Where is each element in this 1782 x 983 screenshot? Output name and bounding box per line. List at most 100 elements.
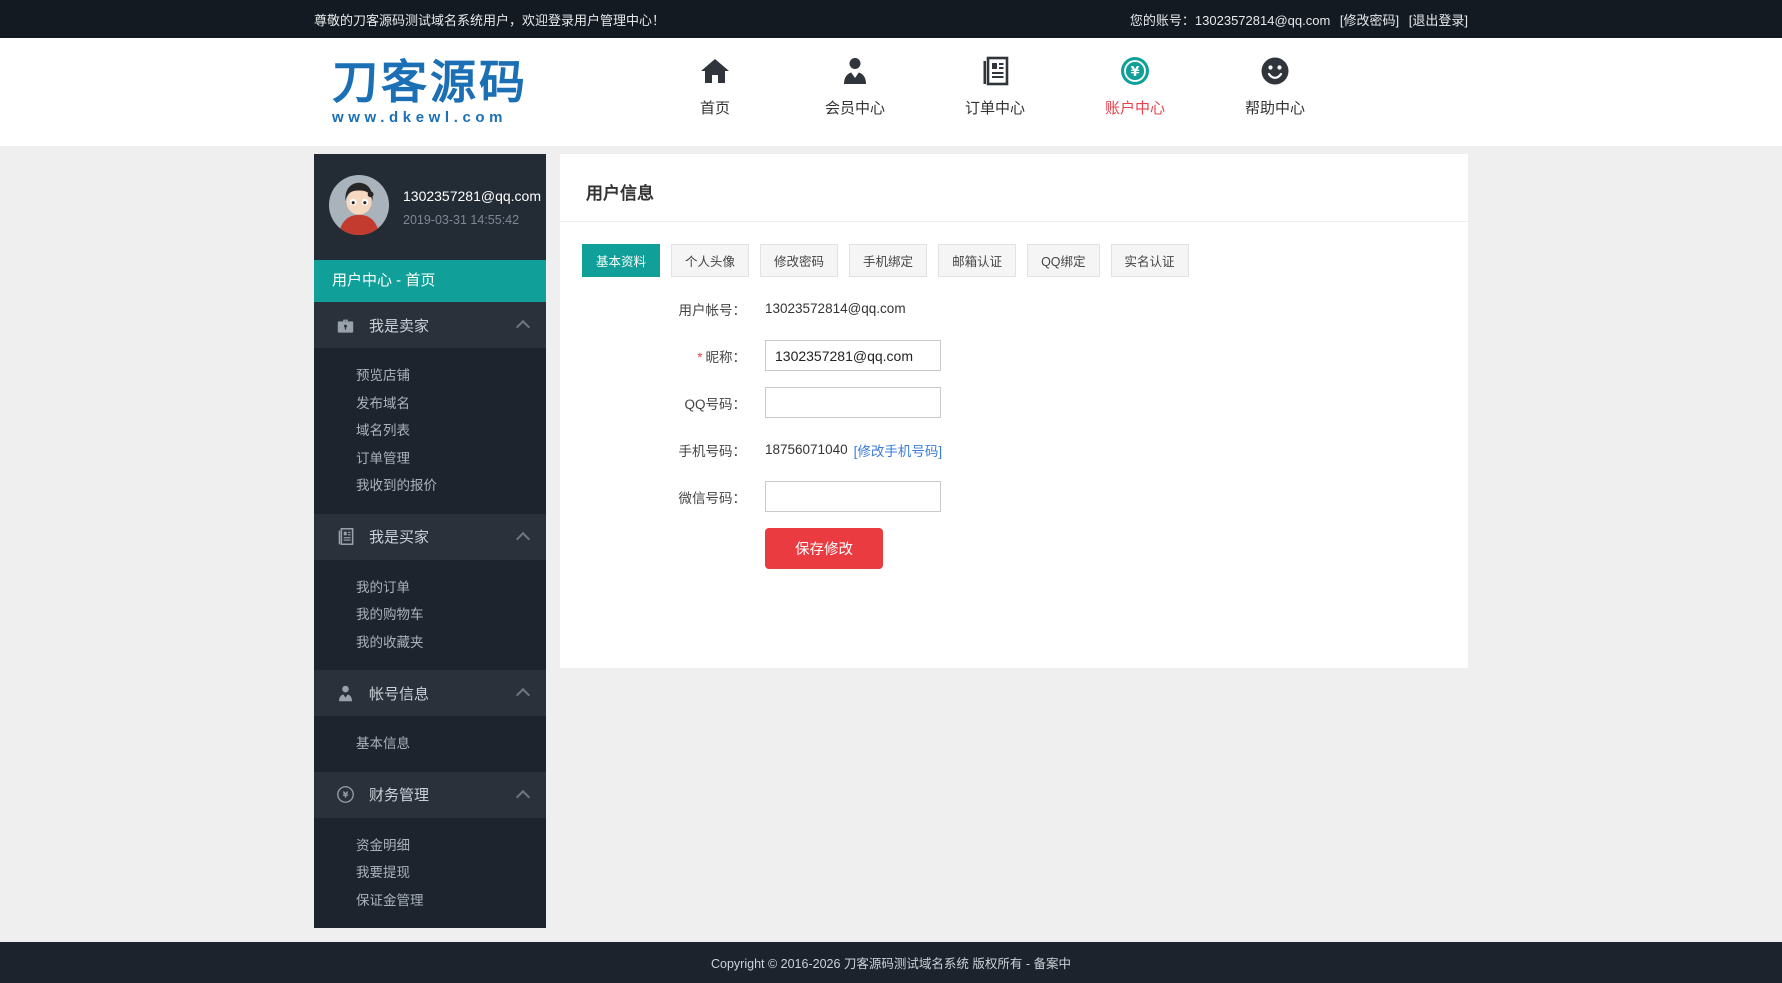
- sidebar-section-account-info[interactable]: 帐号信息: [314, 670, 546, 716]
- account-yuan-icon: ¥: [1065, 52, 1205, 90]
- copyright-text: Copyright © 2016-2026 刀客源码测试域名系统 版权所有 - …: [711, 953, 1071, 972]
- sidebar-item-publish-domain[interactable]: 发布域名: [314, 390, 546, 418]
- member-icon: [785, 52, 925, 90]
- sidebar-section-buyer[interactable]: 我是买家: [314, 514, 546, 560]
- sidebar-item-order-manage[interactable]: 订单管理: [314, 445, 546, 473]
- site-logo[interactable]: 刀客源码 www.dkewl.com: [332, 58, 528, 126]
- sidebar-item-my-orders[interactable]: 我的订单: [314, 574, 546, 602]
- sidebar-user-block: 1302357281@qq.com 2019-03-31 14:55:42: [314, 154, 546, 260]
- header: 刀客源码 www.dkewl.com 首页 会员中心: [0, 38, 1782, 146]
- nav-label: 会员中心: [785, 97, 925, 118]
- mobile-value: 18756071040: [765, 442, 848, 457]
- form-actions: 保存修改: [560, 528, 1468, 569]
- nickname-input[interactable]: [765, 340, 941, 371]
- sidebar-item-preview-shop[interactable]: 预览店铺: [314, 362, 546, 390]
- nav-label: 帮助中心: [1205, 97, 1345, 118]
- submenu-finance: 资金明细 我要提现 保证金管理: [314, 818, 546, 929]
- footer: Copyright © 2016-2026 刀客源码测试域名系统 版权所有 - …: [0, 942, 1782, 983]
- tab-basic-info[interactable]: 基本资料: [582, 244, 660, 277]
- user-icon: [336, 684, 356, 703]
- page: 尊敬的刀客源码测试域名系统用户，欢迎登录用户管理中心！ 您的账号：1302357…: [0, 0, 1782, 983]
- orders-icon: [925, 52, 1065, 90]
- tab-qq-binding[interactable]: QQ绑定: [1027, 244, 1099, 277]
- welcome-text: 尊敬的刀客源码测试域名系统用户，欢迎登录用户管理中心！: [314, 10, 665, 29]
- sidebar-section-seller[interactable]: 我是卖家: [314, 302, 546, 348]
- form-row-qq: QQ号码：: [560, 387, 1468, 418]
- nav-item-account-center[interactable]: ¥ 账户中心: [1065, 52, 1205, 118]
- avatar: [328, 174, 390, 241]
- nav-item-help-center[interactable]: 帮助中心: [1205, 52, 1345, 118]
- section-label: 财务管理: [369, 784, 429, 805]
- tab-mobile-binding[interactable]: 手机绑定: [849, 244, 927, 277]
- section-label: 我是卖家: [369, 315, 429, 336]
- required-asterisk: *: [697, 350, 702, 365]
- content: 1302357281@qq.com 2019-03-31 14:55:42 用户…: [314, 154, 1468, 928]
- nav-item-home[interactable]: 首页: [645, 52, 785, 118]
- main-nav: 首页 会员中心 订单中心 ¥: [645, 52, 1345, 118]
- tab-change-password[interactable]: 修改密码: [760, 244, 838, 277]
- mobile-label: 手机号码：: [560, 440, 746, 460]
- save-button[interactable]: 保存修改: [765, 528, 883, 569]
- logo-title: 刀客源码: [332, 58, 528, 106]
- sidebar-item-withdraw[interactable]: 我要提现: [314, 859, 546, 887]
- chevron-up-icon: [516, 531, 530, 545]
- account-label: 用户帐号：: [560, 299, 746, 319]
- form-row-mobile: 手机号码： 18756071040 [修改手机号码]: [560, 434, 1468, 465]
- home-icon: [645, 52, 785, 90]
- form-row-account: 用户帐号： 13023572814@qq.com: [560, 293, 1468, 324]
- section-label: 我是买家: [369, 526, 429, 547]
- wechat-input[interactable]: [765, 481, 941, 512]
- sidebar-item-fund-details[interactable]: 资金明细: [314, 832, 546, 860]
- qq-input[interactable]: [765, 387, 941, 418]
- sidebar-register-time: 2019-03-31 14:55:42: [403, 213, 541, 227]
- sidebar-item-domain-list[interactable]: 域名列表: [314, 417, 546, 445]
- sidebar-item-my-favorites[interactable]: 我的收藏夹: [314, 629, 546, 657]
- topbar-account-email: 13023572814@qq.com: [1195, 13, 1330, 28]
- section-label: 帐号信息: [369, 683, 429, 704]
- form-row-nickname: *昵称：: [560, 340, 1468, 371]
- nav-label: 账户中心: [1065, 97, 1205, 118]
- sidebar-item-basic-info[interactable]: 基本信息: [314, 730, 546, 758]
- tab-realname-verify[interactable]: 实名认证: [1111, 244, 1189, 277]
- nav-item-order-center[interactable]: 订单中心: [925, 52, 1065, 118]
- change-mobile-link[interactable]: [修改手机号码]: [854, 440, 943, 460]
- sidebar-current-page[interactable]: 用户中心 - 首页: [314, 260, 546, 302]
- qq-label: QQ号码：: [560, 393, 746, 413]
- wechat-label: 微信号码：: [560, 487, 746, 507]
- nav-label: 订单中心: [925, 97, 1065, 118]
- sidebar-item-deposit-manage[interactable]: 保证金管理: [314, 887, 546, 915]
- nickname-label: *昵称：: [560, 346, 746, 366]
- main-panel: 用户信息 基本资料 个人头像 修改密码 手机绑定 邮箱认证 QQ绑定 实名认证 …: [560, 154, 1468, 668]
- sidebar-item-received-quotes[interactable]: 我收到的报价: [314, 472, 546, 500]
- tab-avatar[interactable]: 个人头像: [671, 244, 749, 277]
- chevron-up-icon: [516, 688, 530, 702]
- sidebar-user-email: 1302357281@qq.com: [403, 188, 541, 204]
- nav-label: 首页: [645, 97, 785, 118]
- account-prefix: 您的账号：: [1130, 13, 1195, 28]
- chevron-up-icon: [516, 789, 530, 803]
- account-value: 13023572814@qq.com: [765, 301, 906, 316]
- submenu-seller: 预览店铺 发布域名 域名列表 订单管理 我收到的报价: [314, 348, 546, 514]
- topbar-account-area: 您的账号：13023572814@qq.com [修改密码] [退出登录]: [1130, 10, 1468, 29]
- sidebar: 1302357281@qq.com 2019-03-31 14:55:42 用户…: [314, 154, 546, 928]
- page-title: 用户信息: [560, 154, 1468, 222]
- logout-link[interactable]: [退出登录]: [1409, 13, 1468, 28]
- chevron-up-icon: [516, 320, 530, 334]
- sidebar-section-finance[interactable]: ¥ 财务管理: [314, 772, 546, 818]
- submenu-buyer: 我的订单 我的购物车 我的收藏夹: [314, 560, 546, 671]
- ledger-icon: [336, 527, 356, 546]
- svg-text:¥: ¥: [1130, 65, 1139, 80]
- user-info-form: 用户帐号： 13023572814@qq.com *昵称： QQ号码： 手机号码…: [560, 293, 1468, 609]
- tab-email-verify[interactable]: 邮箱认证: [938, 244, 1016, 277]
- nav-item-member-center[interactable]: 会员中心: [785, 52, 925, 118]
- tab-bar: 基本资料 个人头像 修改密码 手机绑定 邮箱认证 QQ绑定 实名认证: [582, 244, 1468, 277]
- sidebar-item-my-cart[interactable]: 我的购物车: [314, 601, 546, 629]
- help-smiley-icon: [1205, 52, 1345, 90]
- change-password-link[interactable]: [修改密码]: [1340, 13, 1399, 28]
- coin-icon: ¥: [336, 785, 356, 804]
- svg-text:¥: ¥: [343, 789, 349, 799]
- logo-subtitle: www.dkewl.com: [332, 109, 528, 126]
- submenu-account-info: 基本信息: [314, 716, 546, 772]
- briefcase-icon: [336, 316, 356, 335]
- form-row-wechat: 微信号码：: [560, 481, 1468, 512]
